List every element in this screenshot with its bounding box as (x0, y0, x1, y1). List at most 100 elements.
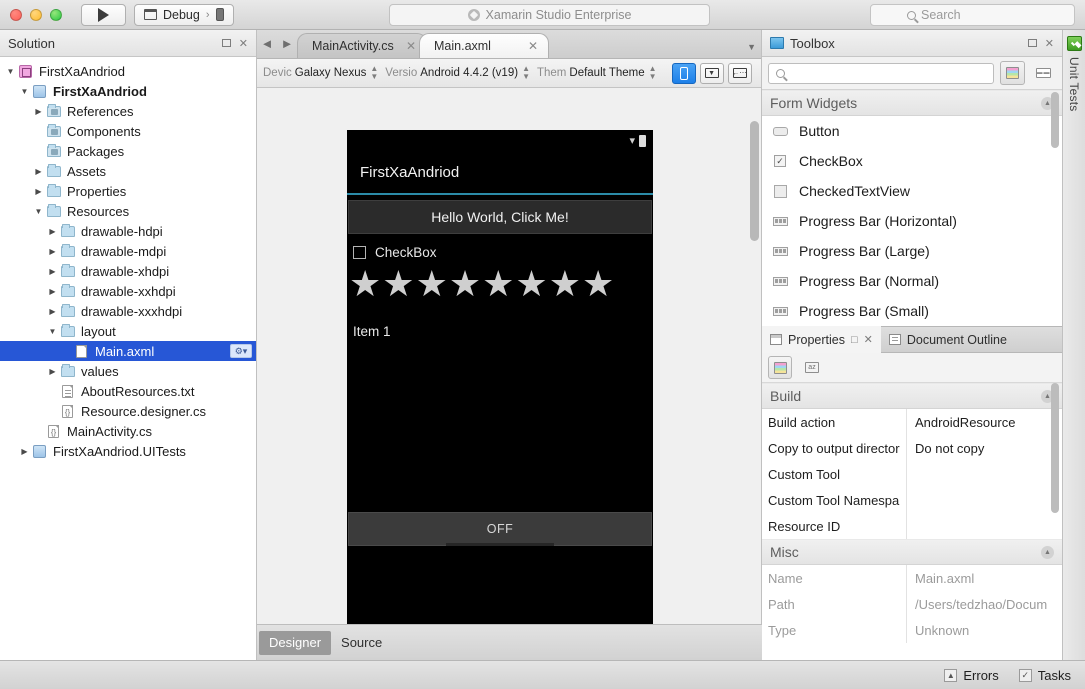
maximize-window-button[interactable] (50, 8, 62, 21)
property-value[interactable]: /Users/tedzhao/Docum (907, 591, 1062, 617)
toolbox-item[interactable]: Button (762, 116, 1062, 146)
android-preview[interactable]: ▾ FirstXaAndriod Hello World, Click Me! … (347, 130, 653, 624)
property-row[interactable]: Custom Tool Namespa (762, 487, 1062, 513)
twisty-icon[interactable]: ▼ (4, 67, 17, 76)
collapse-icon[interactable]: ▲ (1041, 545, 1054, 559)
dock-icon[interactable] (221, 39, 231, 47)
property-row[interactable]: Custom Tool (762, 461, 1062, 487)
twisty-icon[interactable]: ▶ (32, 107, 45, 116)
canvas-vertical-scrollbar[interactable] (750, 121, 759, 241)
twisty-icon[interactable]: ▶ (46, 367, 59, 376)
sort-alphabetical-button[interactable]: az (800, 356, 824, 379)
editor-view-tab[interactable]: Source (331, 631, 392, 655)
toolbox-item[interactable]: Progress Bar (Small) (762, 296, 1062, 326)
tree-item[interactable]: ▶ drawable-mdpi (0, 241, 256, 261)
document-tab[interactable]: MainActivity.cs ✕ (297, 33, 427, 58)
list-item[interactable]: Item 1 (347, 304, 653, 339)
device-value[interactable]: Galaxy Nexus (295, 67, 367, 79)
tree-item[interactable]: ▼ Resources (0, 201, 256, 221)
configuration-selector[interactable]: Debug › (134, 3, 234, 26)
star-icon[interactable]: ★ (382, 266, 414, 304)
theme-value[interactable]: Default Theme (569, 67, 644, 79)
tree-item[interactable]: {} MainActivity.cs (0, 421, 256, 441)
toolbox-search-input[interactable] (768, 62, 994, 84)
orientation-portrait-button[interactable] (671, 62, 696, 84)
preview-checkbox-row[interactable]: CheckBox (347, 234, 653, 266)
properties-pad-tab[interactable]: Document Outline (881, 326, 1015, 353)
close-icon[interactable]: ✕ (239, 37, 248, 50)
property-row[interactable]: Type Unknown (762, 617, 1062, 643)
gear-icon[interactable]: ⚙▾ (230, 344, 252, 358)
twisty-icon[interactable]: ▼ (32, 207, 45, 216)
property-row[interactable]: Resource ID (762, 513, 1062, 539)
twisty-icon[interactable]: ▼ (46, 327, 59, 336)
property-value[interactable] (907, 487, 1062, 513)
twisty-icon[interactable]: ▶ (46, 287, 59, 296)
property-value[interactable] (907, 461, 1062, 487)
property-value[interactable]: AndroidResource (907, 409, 1062, 435)
toolbox-categorized-view-button[interactable] (1000, 61, 1025, 85)
properties-group-header[interactable]: Misc ▲ (762, 539, 1062, 565)
toolbox-item[interactable]: Progress Bar (Large) (762, 236, 1062, 266)
dock-icon[interactable] (1027, 39, 1037, 47)
toolbox-scrollbar[interactable] (1051, 92, 1059, 148)
tree-item[interactable]: ▶ drawable-hdpi (0, 221, 256, 241)
rating-bar[interactable]: ★ ★ ★ ★ ★ ★ ★ ★ (347, 266, 653, 304)
property-row[interactable]: Copy to output director Do not copy (762, 435, 1062, 461)
tree-item[interactable]: ▼ FirstXaAndriod (0, 81, 256, 101)
toolbox-item[interactable]: ✓ CheckBox (762, 146, 1062, 176)
tree-item[interactable]: {} Resource.designer.cs (0, 401, 256, 421)
version-value[interactable]: Android 4.4.2 (v19) (420, 67, 518, 79)
property-row[interactable]: Name Main.axml (762, 565, 1062, 591)
property-value[interactable]: Do not copy (907, 435, 1062, 461)
property-row[interactable]: Path/Users/tedzhao/Docum (762, 591, 1062, 617)
tree-item[interactable]: ▼ layout (0, 321, 256, 341)
minimize-window-button[interactable] (30, 8, 42, 21)
star-icon[interactable]: ★ (416, 266, 448, 304)
tree-item[interactable]: ▶ FirstXaAndriod.UITests (0, 441, 256, 461)
tree-item[interactable]: Components (0, 121, 256, 141)
close-window-button[interactable] (10, 8, 22, 21)
close-icon[interactable]: ✕ (528, 39, 538, 53)
close-icon[interactable]: ✕ (1045, 37, 1054, 50)
dock-icon[interactable]: □ (851, 334, 858, 346)
run-button[interactable] (81, 3, 126, 26)
tree-item[interactable]: ▶ values (0, 361, 256, 381)
star-icon[interactable]: ★ (515, 266, 547, 304)
tree-item[interactable]: ▶ Assets (0, 161, 256, 181)
twisty-icon[interactable]: ▶ (46, 267, 59, 276)
tree-item[interactable]: ▶ References (0, 101, 256, 121)
tree-item[interactable]: ▶ drawable-xxxhdpi (0, 301, 256, 321)
twisty-icon[interactable]: ▶ (32, 187, 45, 196)
toolbox-widget-list[interactable]: Button ✓ CheckBox CheckedTextView Progress B… (762, 116, 1062, 326)
star-icon[interactable]: ★ (482, 266, 514, 304)
toolbox-item[interactable]: Progress Bar (Horizontal) (762, 206, 1062, 236)
twisty-icon[interactable]: ▶ (32, 167, 45, 176)
device-stepper-icon[interactable]: ▲ ▼ (370, 65, 378, 81)
star-icon[interactable]: ★ (349, 266, 381, 304)
close-icon[interactable]: ✕ (864, 333, 873, 346)
star-icon[interactable]: ★ (549, 266, 581, 304)
property-value[interactable] (907, 513, 1062, 539)
checkbox-icon[interactable] (353, 246, 366, 259)
tasks-status-button[interactable]: ✓ Tasks (1018, 668, 1071, 683)
twisty-icon[interactable]: ▶ (46, 227, 59, 236)
nav-forward-icon[interactable]: ► (277, 29, 297, 58)
property-row[interactable]: Build action AndroidResource (762, 409, 1062, 435)
unit-tests-strip[interactable]: Unit Tests (1062, 30, 1085, 660)
designer-canvas[interactable]: ▾ FirstXaAndriod Hello World, Click Me! … (257, 117, 761, 624)
property-value[interactable]: Main.axml (907, 565, 1062, 591)
toolbox-item[interactable]: CheckedTextView (762, 176, 1062, 206)
tree-item[interactable]: Main.axml ⚙▾ (0, 341, 256, 361)
toolbox-list-view-button[interactable]: ▬▬ (1031, 61, 1056, 85)
toggle-switch[interactable]: OFF (348, 512, 652, 546)
nav-bar-toggle-button[interactable]: ←⋯ (727, 62, 752, 84)
tree-item[interactable]: ▶ drawable-xhdpi (0, 261, 256, 281)
tree-item[interactable]: AboutResources.txt (0, 381, 256, 401)
tree-item[interactable]: Packages (0, 141, 256, 161)
tree-item[interactable]: ▶ drawable-xxhdpi (0, 281, 256, 301)
group-by-category-button[interactable] (768, 356, 792, 379)
close-icon[interactable]: ✕ (406, 39, 416, 53)
version-stepper-icon[interactable]: ▲ ▼ (522, 65, 530, 81)
hello-world-button[interactable]: Hello World, Click Me! (348, 200, 652, 234)
